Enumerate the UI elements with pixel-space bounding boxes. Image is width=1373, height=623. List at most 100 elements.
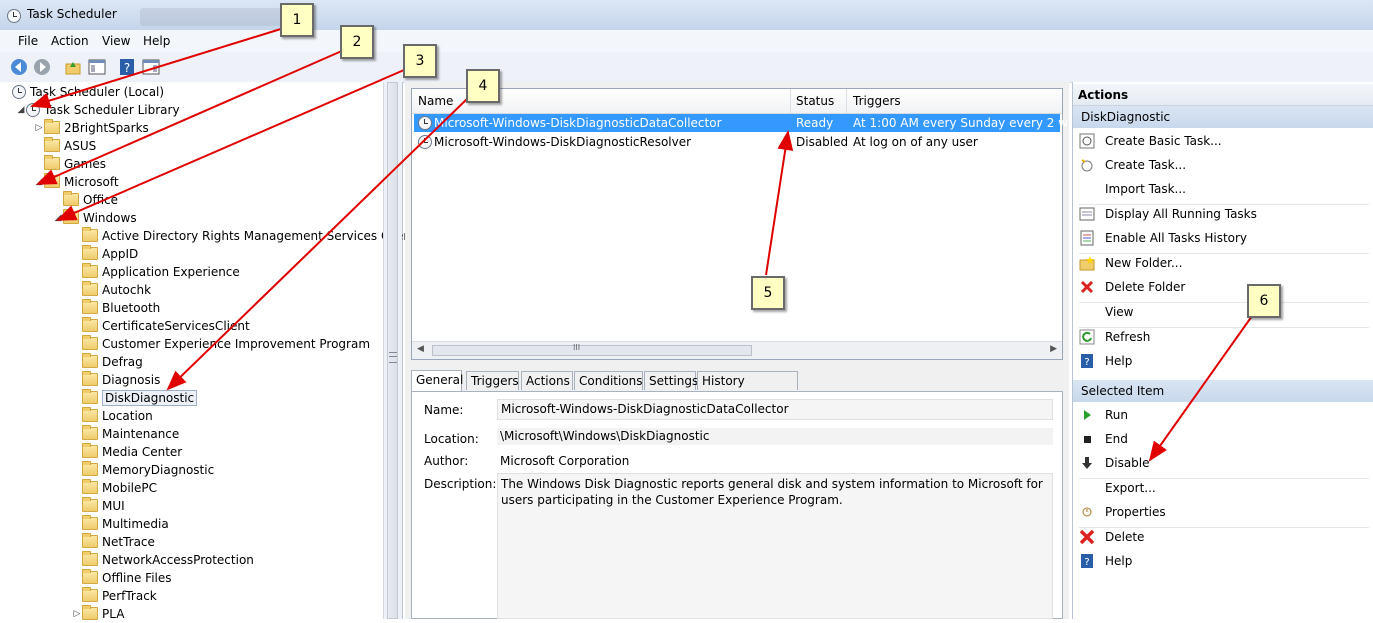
- tree-item-diskdiagnostic[interactable]: DiskDiagnostic: [72, 389, 198, 407]
- action-disable[interactable]: Disable: [1079, 453, 1150, 473]
- help-toolbar-icon[interactable]: ?: [118, 58, 136, 76]
- tree-item-application-experience[interactable]: Application Experience: [72, 263, 240, 281]
- tree-item-nettrace[interactable]: NetTrace: [72, 533, 155, 551]
- tab-triggers[interactable]: Triggers: [466, 371, 519, 390]
- folder-icon: [82, 335, 98, 350]
- scrollbar-grip: III: [573, 343, 581, 352]
- tab-conditions[interactable]: Conditions: [574, 371, 643, 390]
- action-create-task[interactable]: Create Task...: [1079, 155, 1186, 175]
- tree-item-maintenance[interactable]: Maintenance: [72, 425, 179, 443]
- tree-item-certificateservicesclient[interactable]: CertificateServicesClient: [72, 317, 250, 335]
- task-list-scrollbar-thumb[interactable]: III: [432, 343, 752, 356]
- folder-icon: [82, 605, 98, 620]
- tree-item-pla[interactable]: ▷ PLA: [72, 605, 124, 623]
- tree-item-asus[interactable]: ASUS: [34, 137, 96, 155]
- column-separator[interactable]: [846, 89, 847, 113]
- tree-item-2brightsparks[interactable]: ▷ 2BrightSparks: [34, 119, 149, 137]
- tree-expander-icon[interactable]: ▷: [72, 605, 82, 623]
- tree-item-label: PerfTrack: [102, 589, 157, 603]
- tree-item-bluetooth[interactable]: Bluetooth: [72, 299, 160, 317]
- tree-item-windows[interactable]: ◢ Windows: [53, 209, 137, 227]
- tree-item-offline-files[interactable]: Offline Files: [72, 569, 172, 587]
- back-arrow-icon[interactable]: [10, 58, 28, 76]
- show-hide-action-pane-icon[interactable]: [142, 58, 160, 76]
- tree-item-mobilepc[interactable]: MobilePC: [72, 479, 157, 497]
- tree-item-networkaccessprotection[interactable]: NetworkAccessProtection: [72, 551, 254, 569]
- menu-action[interactable]: Action: [51, 34, 89, 48]
- menu-file[interactable]: File: [18, 34, 38, 48]
- tree-item-library[interactable]: ◢ Task Scheduler Library: [16, 101, 180, 119]
- tree-item-mui[interactable]: MUI: [72, 497, 125, 515]
- action-help[interactable]: ? Help: [1079, 351, 1132, 371]
- tree-expander-icon[interactable]: ▷: [34, 119, 44, 137]
- task-row[interactable]: Microsoft-Windows-DiskDiagnosticResolver…: [414, 133, 1060, 151]
- folder-icon: [82, 443, 98, 458]
- action-export[interactable]: Export...: [1079, 478, 1156, 498]
- tree-expander-icon[interactable]: ◢: [16, 101, 26, 119]
- tree-item-location[interactable]: Location: [72, 407, 153, 425]
- show-hide-console-tree-icon[interactable]: [88, 58, 106, 76]
- tab-general[interactable]: General: [411, 370, 463, 391]
- tree-item-multimedia[interactable]: Multimedia: [72, 515, 169, 533]
- task-list-horizontal-scrollbar[interactable]: ◀ III ▶: [412, 341, 1062, 359]
- tree-vertical-scrollbar[interactable]: [383, 82, 402, 619]
- column-separator[interactable]: [790, 89, 791, 113]
- action-run[interactable]: Run: [1079, 405, 1128, 425]
- menu-help[interactable]: Help: [143, 34, 170, 48]
- task-row-selected[interactable]: Microsoft-Windows-DiskDiagnosticDataColl…: [414, 114, 1100, 132]
- tree-item-label: NetworkAccessProtection: [102, 553, 254, 567]
- tree-item-active-directory-rights-management-services-client[interactable]: Active Directory Rights Management Servi…: [72, 227, 416, 245]
- tree-item-diagnosis[interactable]: Diagnosis: [72, 371, 160, 389]
- actions-section-selected-item[interactable]: Selected Item: [1073, 380, 1373, 402]
- folder-icon: [82, 407, 98, 422]
- tree-item-autochk[interactable]: Autochk: [72, 281, 151, 299]
- action-view[interactable]: View: [1079, 302, 1133, 322]
- tree-item-perftrack[interactable]: PerfTrack: [72, 587, 157, 605]
- callout-1: 1: [280, 3, 314, 37]
- folder-icon: [82, 227, 98, 242]
- tree-item-microsoft[interactable]: ◢ Microsoft: [34, 173, 119, 191]
- action-end[interactable]: End: [1079, 429, 1128, 449]
- actions-section-diskdiagnostic[interactable]: DiskDiagnostic: [1073, 106, 1373, 128]
- tab-actions[interactable]: Actions: [521, 371, 573, 390]
- scroll-right-arrow-icon[interactable]: ▶: [1050, 344, 1057, 354]
- up-folder-icon[interactable]: [64, 58, 82, 76]
- column-header-name[interactable]: Name: [418, 94, 453, 108]
- action-display-all-running-tasks[interactable]: Display All Running Tasks: [1079, 204, 1257, 224]
- action-enable-all-tasks-history[interactable]: Enable All Tasks History: [1079, 228, 1247, 248]
- tree-scrollbar-thumb[interactable]: [387, 82, 398, 619]
- toolbar: ?: [0, 52, 1373, 83]
- tab-settings[interactable]: Settings: [644, 371, 698, 390]
- action-import-task[interactable]: Import Task...: [1079, 179, 1186, 199]
- action-properties[interactable]: Properties: [1079, 502, 1166, 522]
- column-header-triggers[interactable]: Triggers: [853, 94, 901, 108]
- task-scheduler-app-icon: [7, 9, 21, 23]
- tree-item-label: Maintenance: [102, 427, 180, 441]
- tree-item-office[interactable]: Office: [53, 191, 118, 209]
- description-field[interactable]: The Windows Disk Diagnostic reports gene…: [497, 473, 1053, 619]
- folder-icon: [82, 281, 98, 296]
- menu-view[interactable]: View: [102, 34, 130, 48]
- tree-item-appid[interactable]: AppID: [72, 245, 138, 263]
- forward-arrow-icon[interactable]: [33, 58, 51, 76]
- tree-item-games[interactable]: Games: [34, 155, 106, 173]
- action-refresh[interactable]: Refresh: [1079, 327, 1150, 347]
- refresh-icon: [1079, 329, 1095, 345]
- tree-item-memorydiagnostic[interactable]: MemoryDiagnostic: [72, 461, 214, 479]
- tree-item-defrag[interactable]: Defrag: [72, 353, 143, 371]
- action-create-basic-task[interactable]: Create Basic Task...: [1079, 131, 1222, 151]
- tree-expander-icon[interactable]: ◢: [53, 209, 63, 227]
- action-new-folder[interactable]: New Folder...: [1079, 253, 1182, 273]
- column-header-status[interactable]: Status: [796, 94, 834, 108]
- name-field[interactable]: Microsoft-Windows-DiskDiagnosticDataColl…: [497, 399, 1053, 420]
- scroll-left-arrow-icon[interactable]: ◀: [417, 344, 424, 354]
- action-delete-folder[interactable]: Delete Folder: [1079, 277, 1185, 297]
- tree-item-label: Media Center: [102, 445, 183, 459]
- tab-history[interactable]: History (disabled): [697, 371, 798, 407]
- tree-item-customer-experience-improvement-program[interactable]: Customer Experience Improvement Program: [72, 335, 370, 353]
- tree-item-media-center[interactable]: Media Center: [72, 443, 182, 461]
- action-help[interactable]: ? Help: [1079, 551, 1132, 571]
- action-delete[interactable]: Delete: [1079, 527, 1144, 547]
- tree-expander-icon[interactable]: ◢: [34, 173, 44, 191]
- tree-item-root[interactable]: Task Scheduler (Local): [2, 83, 164, 101]
